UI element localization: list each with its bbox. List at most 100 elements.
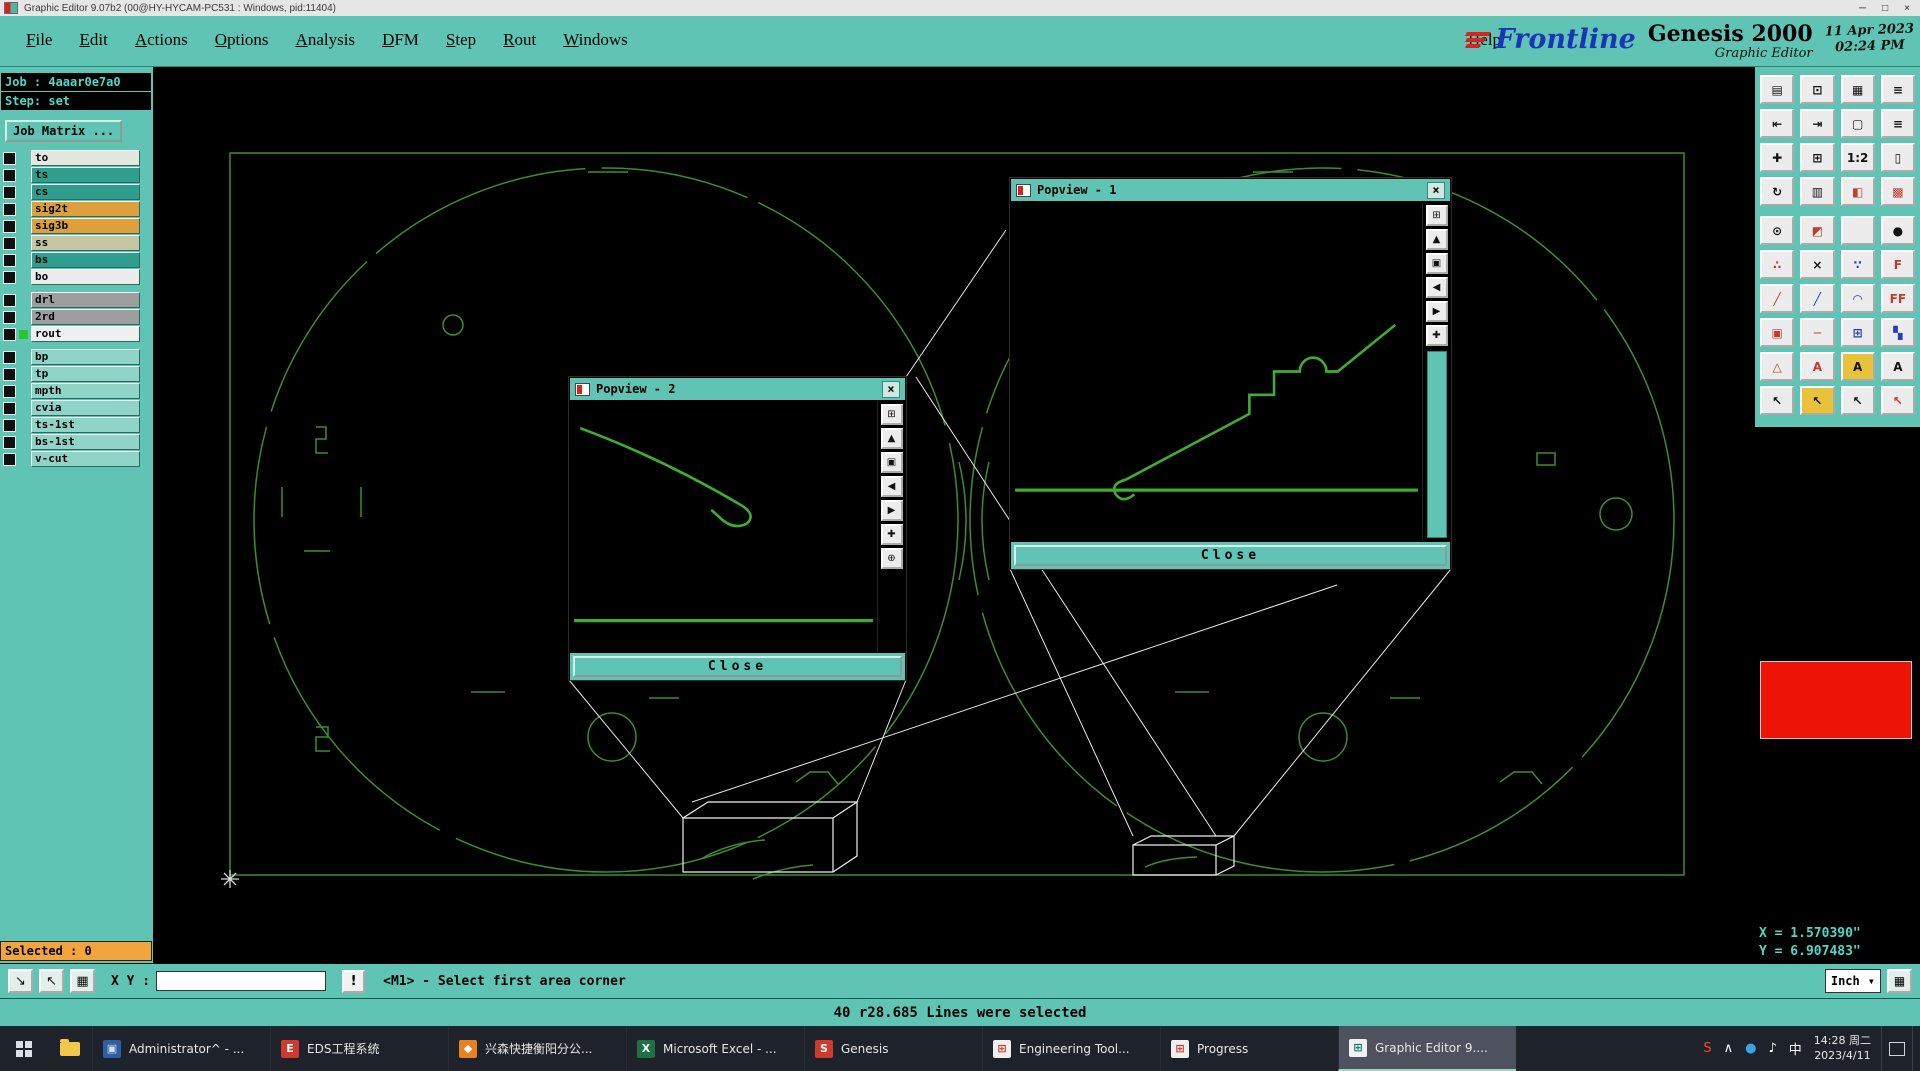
layer-visibility-checkbox[interactable]	[3, 310, 16, 324]
red-line-icon[interactable]: ╱	[1760, 284, 1795, 313]
center-view-icon[interactable]: ✚	[880, 524, 903, 545]
layer-visibility-checkbox[interactable]	[3, 418, 16, 432]
layer-name[interactable]: cs	[31, 184, 140, 200]
full-screen-icon[interactable]: ▣	[880, 452, 903, 473]
zoom-ratio-icon[interactable]: 1:2	[1840, 143, 1875, 172]
layer-name[interactable]: cvia	[31, 400, 140, 416]
close-button[interactable]: ×	[1904, 3, 1910, 14]
layer-name[interactable]: ss	[31, 235, 140, 251]
layer-name[interactable]: ts-1st	[31, 417, 140, 433]
tile-windows-icon[interactable]: ▢	[1840, 109, 1875, 138]
menu-item[interactable]: Step	[446, 30, 476, 50]
detach-window-icon[interactable]: ⊞	[1425, 205, 1448, 226]
panel-grid-icon[interactable]: ▦	[1840, 75, 1875, 104]
layer-visibility-checkbox[interactable]	[3, 219, 16, 233]
layer-row[interactable]: ts	[3, 167, 153, 183]
popview-2-viewport[interactable]	[570, 401, 877, 652]
xy-coordinate-input[interactable]	[156, 971, 327, 991]
layer-row[interactable]: ss	[3, 235, 153, 251]
layer-visibility-checkbox[interactable]	[3, 168, 16, 182]
red-triangle-icon[interactable]: △	[1760, 352, 1795, 381]
selection-box-1[interactable]	[682, 801, 859, 873]
maximize-button[interactable]: □	[1882, 3, 1888, 14]
layer-visibility-checkbox[interactable]	[3, 435, 16, 449]
blue-line-icon[interactable]: ╱	[1800, 284, 1835, 313]
layer-row[interactable]: sig3b	[3, 218, 153, 234]
hidden-icons-chevron[interactable]: ∧	[1724, 1041, 1734, 1056]
layer-name[interactable]: sig3b	[31, 218, 140, 234]
popview-2-window[interactable]: Popview - 2 × ⊞ ▲ ▣ ◀ ▶ ✚ ⊕ Close	[569, 377, 906, 680]
letter-a-red-icon[interactable]: A	[1800, 352, 1835, 381]
layer-name[interactable]: bs-1st	[31, 434, 140, 450]
layer-name[interactable]: bo	[31, 269, 140, 285]
layer-name[interactable]: mpth	[31, 383, 140, 399]
center-view-icon[interactable]: ✚	[1425, 325, 1448, 346]
layer-visibility-checkbox[interactable]	[3, 202, 16, 216]
layer-row[interactable]: cs	[3, 184, 153, 200]
select-arrow-red-icon[interactable]: ↖	[1880, 386, 1915, 415]
letter-a-plain-icon[interactable]: A	[1880, 352, 1915, 381]
layer-name[interactable]: bp	[31, 349, 140, 365]
page-view-icon[interactable]: ▯	[1880, 143, 1915, 172]
select-arrow-bold-icon[interactable]: ↖	[1840, 386, 1875, 415]
menu-item[interactable]: Options	[215, 30, 269, 50]
units-dropdown[interactable]: Inch ▾	[1824, 969, 1881, 993]
layer-visibility-checkbox[interactable]	[3, 327, 16, 341]
minimize-button[interactable]: ─	[1859, 3, 1866, 14]
pcb-canvas[interactable]	[153, 67, 1755, 963]
volume-icon[interactable]: ♪	[1768, 1041, 1776, 1056]
layer-name[interactable]: tp	[31, 366, 140, 382]
layer-visibility-checkbox[interactable]	[3, 151, 16, 165]
dots-icon[interactable]: ∵	[1840, 250, 1875, 279]
popview-1-close-button[interactable]: Close	[1014, 545, 1447, 566]
layer-row[interactable]: ts-1st	[3, 417, 153, 433]
popview-1-window[interactable]: Popview - 1 × ⊞ ▲ ▣ ◀ ▶ ✚ Close	[1010, 178, 1451, 569]
layer-row[interactable]: cvia	[3, 400, 153, 416]
menu-item[interactable]: Analysis	[296, 30, 356, 50]
ime-icon[interactable]: 中	[1789, 1039, 1802, 1058]
expand-view-icon[interactable]: ⊕	[880, 548, 903, 569]
popview-1-scrollbar[interactable]	[1426, 351, 1447, 538]
pan-left-icon[interactable]: ◀	[880, 476, 903, 497]
start-button[interactable]	[0, 1026, 48, 1071]
network-icon[interactable]: ●	[1745, 1041, 1756, 1056]
layer-row[interactable]: to	[3, 150, 153, 166]
keypad-icon[interactable]: ▦	[1887, 969, 1912, 993]
layer-visibility-checkbox[interactable]	[3, 293, 16, 307]
net-points-icon[interactable]: ∴	[1760, 250, 1795, 279]
taskbar-app-button[interactable]: E EDS工程系统	[270, 1026, 448, 1071]
layer-row[interactable]: tp	[3, 366, 153, 382]
popview-2-titlebar[interactable]: Popview - 2 ×	[570, 378, 905, 401]
letter-a-yellow-icon[interactable]: A	[1840, 352, 1875, 381]
popview-1-titlebar[interactable]: Popview - 1 ×	[1011, 179, 1450, 202]
layer-name[interactable]: bs	[31, 252, 140, 268]
red-trace-icon[interactable]: ─	[1800, 318, 1835, 347]
layer-row[interactable]: sig2t	[3, 201, 153, 217]
layer-visibility-checkbox[interactable]	[3, 236, 16, 250]
popview-2-close-icon[interactable]: ×	[882, 380, 900, 398]
job-matrix-button[interactable]: Job Matrix ...	[5, 120, 123, 142]
menu-item[interactable]: Rout	[503, 30, 536, 50]
layer-visibility-checkbox[interactable]	[3, 185, 16, 199]
layer-visibility-checkbox[interactable]	[3, 367, 16, 381]
list-view-icon[interactable]: ≡	[1880, 75, 1915, 104]
mask-corner-icon[interactable]: ◩	[1800, 216, 1835, 245]
menu-item[interactable]: File	[26, 30, 52, 50]
sogou-icon[interactable]: S	[1703, 1041, 1711, 1056]
taskbar-app-button[interactable]: ◆ 兴森快捷衡阳分公...	[448, 1026, 626, 1071]
job-matrix-icon[interactable]: ▤	[1760, 75, 1795, 104]
stack-rows-icon[interactable]: ≡	[1880, 109, 1915, 138]
layer-name[interactable]: rout	[31, 326, 140, 342]
pan-left-icon[interactable]: ◀	[1425, 277, 1448, 298]
layer-name[interactable]: drl	[31, 292, 140, 308]
layer-visibility-checkbox[interactable]	[3, 350, 16, 364]
zoom-window-icon[interactable]: ⊞	[1800, 143, 1835, 172]
taskbar-clock[interactable]: 14:28 周二 2023/4/11	[1814, 1034, 1871, 1064]
selection-box-2[interactable]	[1132, 835, 1235, 876]
red-pad-icon[interactable]: ▣	[1760, 318, 1795, 347]
menu-item[interactable]: Windows	[563, 30, 628, 50]
layer-name[interactable]: to	[31, 150, 140, 166]
taskbar-app-button[interactable]: ⊞ Progress	[1160, 1026, 1338, 1071]
layer-row[interactable]: rout	[3, 326, 153, 342]
grid-snap-icon[interactable]: ▦	[70, 969, 95, 993]
